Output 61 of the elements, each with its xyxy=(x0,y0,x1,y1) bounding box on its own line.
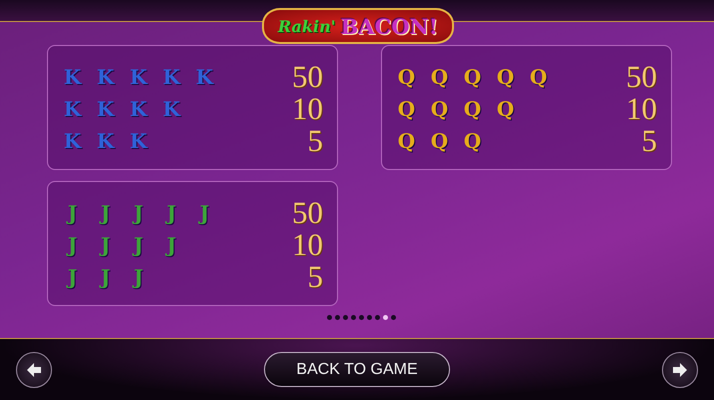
symbol: Q xyxy=(430,96,450,120)
page-dot[interactable] xyxy=(327,315,332,320)
symbol: J xyxy=(98,232,112,256)
symbol: J xyxy=(197,200,210,224)
symbol: Q xyxy=(496,64,516,88)
payout-value: 10 xyxy=(292,229,323,260)
page-dot[interactable] xyxy=(391,315,396,320)
symbol: K xyxy=(162,96,182,120)
previous-button[interactable] xyxy=(16,352,52,388)
symbol: Q xyxy=(396,96,416,120)
page-dot[interactable] xyxy=(335,315,340,320)
symbol: K xyxy=(162,64,182,88)
page-dot[interactable] xyxy=(359,315,364,320)
symbol: K xyxy=(194,64,215,88)
symbol: K xyxy=(96,96,116,120)
symbol: J xyxy=(131,232,144,256)
payout-value: 50 xyxy=(292,61,323,92)
logo-script: Rakin' xyxy=(278,16,336,36)
symbol: Q xyxy=(396,64,416,88)
payout-value: 10 xyxy=(292,93,323,124)
symbol: K xyxy=(62,64,83,88)
symbol: Q xyxy=(496,96,516,120)
payout-value: 10 xyxy=(626,93,657,124)
payout-value: 50 xyxy=(292,197,323,228)
symbol: J xyxy=(164,200,178,224)
payout-value: 5 xyxy=(308,125,323,156)
symbol: K xyxy=(128,96,149,120)
symbol: Q xyxy=(396,128,416,152)
left-arrow-icon xyxy=(26,362,42,378)
symbol: K xyxy=(128,64,149,88)
next-button[interactable] xyxy=(662,352,698,388)
symbol: K xyxy=(62,128,83,152)
symbol: Q xyxy=(430,64,450,88)
symbol: J xyxy=(65,200,78,224)
page-dot[interactable] xyxy=(351,315,356,320)
symbol: J xyxy=(65,232,78,256)
right-arrow-icon xyxy=(672,362,688,378)
symbol: Q xyxy=(430,128,450,152)
symbol: Q xyxy=(462,128,482,152)
payout-value: 5 xyxy=(308,261,323,292)
symbol: J xyxy=(131,200,144,224)
symbol: K xyxy=(96,64,116,88)
symbol: Q xyxy=(528,64,548,88)
symbol: K xyxy=(128,128,149,152)
payout-value: 5 xyxy=(642,125,657,156)
symbol: K xyxy=(96,128,116,152)
page-dot[interactable] xyxy=(367,315,372,320)
symbol: J xyxy=(98,200,112,224)
symbol: K xyxy=(62,96,83,120)
page-dot[interactable] xyxy=(343,315,348,320)
logo-word: BACON! xyxy=(340,14,438,38)
back-to-game-button[interactable]: BACK TO GAME xyxy=(264,352,450,387)
symbol: J xyxy=(131,264,144,288)
symbol: Q xyxy=(462,96,482,120)
symbol: Q xyxy=(462,64,482,88)
payout-value: 50 xyxy=(626,61,657,92)
symbol: J xyxy=(164,232,178,256)
symbol: J xyxy=(98,264,112,288)
page-dot[interactable] xyxy=(383,315,388,320)
page-dot[interactable] xyxy=(375,315,380,320)
symbol: J xyxy=(65,264,78,288)
